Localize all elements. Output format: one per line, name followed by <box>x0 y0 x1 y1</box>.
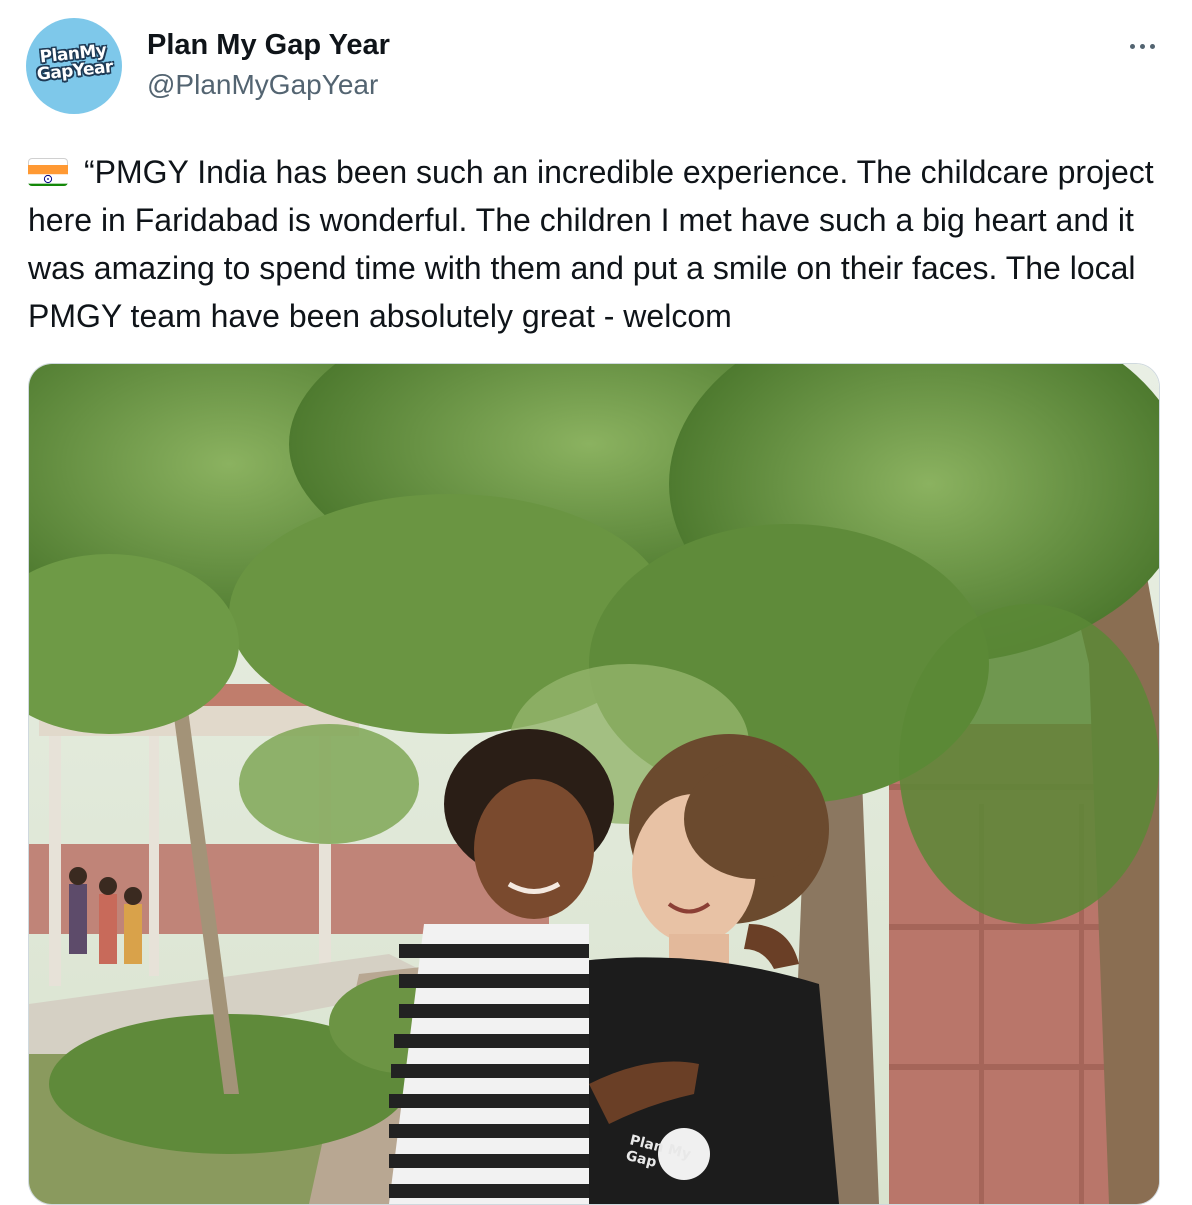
tweet-text: “PMGY India has been such an incredible … <box>28 148 1168 340</box>
tweet-photo[interactable]: Plan MyGap <box>28 363 1160 1205</box>
more-options-button[interactable] <box>1118 28 1166 64</box>
author-handle[interactable]: @PlanMyGapYear <box>147 68 378 102</box>
tweet: PlanMy GapYear Plan My Gap Year @PlanMyG… <box>0 0 1192 1205</box>
tweet-text-content: “PMGY India has been such an incredible … <box>28 154 1154 334</box>
flag-india-icon <box>28 158 68 186</box>
author-display-name[interactable]: Plan My Gap Year <box>147 28 390 62</box>
more-horizontal-icon-dot <box>1149 43 1155 49</box>
more-horizontal-icon-dot <box>1139 43 1145 49</box>
avatar-logo: PlanMy GapYear <box>26 41 122 85</box>
avatar[interactable]: PlanMy GapYear <box>26 18 122 114</box>
more-horizontal-icon <box>1129 43 1135 49</box>
